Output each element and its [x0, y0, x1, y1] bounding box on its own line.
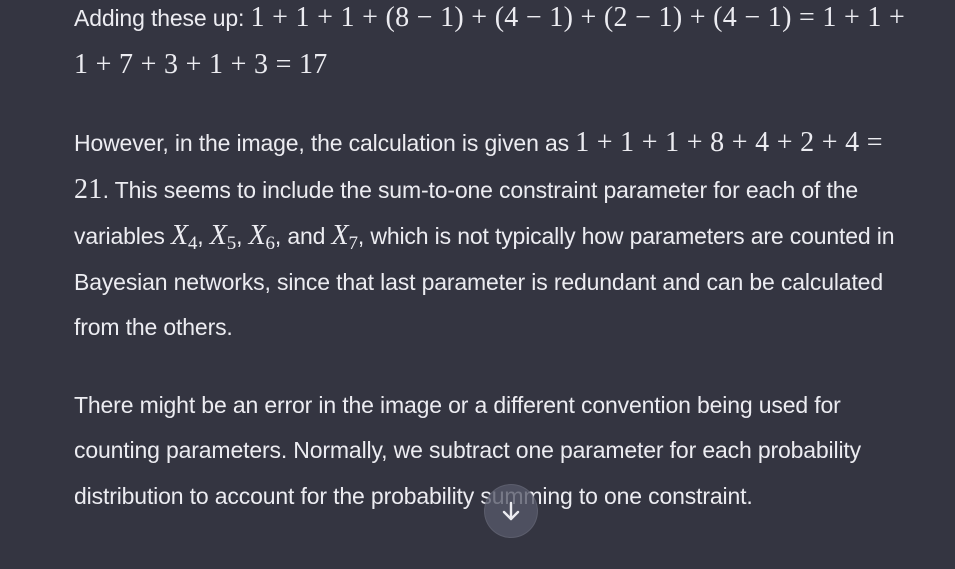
sum-lead-text: Adding these up: [74, 5, 251, 31]
image-calc-text-1: However, in the image, the calculation i… [74, 130, 576, 156]
paragraph-sum: Adding these up: 1 + 1 + 1 + (8 − 1) + (… [74, 0, 919, 88]
arrow-down-icon [502, 501, 520, 521]
variable-x5: X5 [209, 220, 237, 254]
scroll-to-bottom-button[interactable] [484, 484, 538, 538]
variable-x4: X4 [170, 220, 198, 254]
separator-1: , [197, 223, 210, 249]
separator-3: , and [274, 223, 332, 249]
variable-x7: X7 [331, 220, 358, 254]
paragraph-image-calculation: However, in the image, the calculation i… [74, 120, 919, 351]
variable-x6: X6 [248, 220, 275, 254]
separator-2: , [236, 223, 249, 249]
assistant-message: Adding these up: 1 + 1 + 1 + (8 − 1) + (… [74, 0, 919, 519]
